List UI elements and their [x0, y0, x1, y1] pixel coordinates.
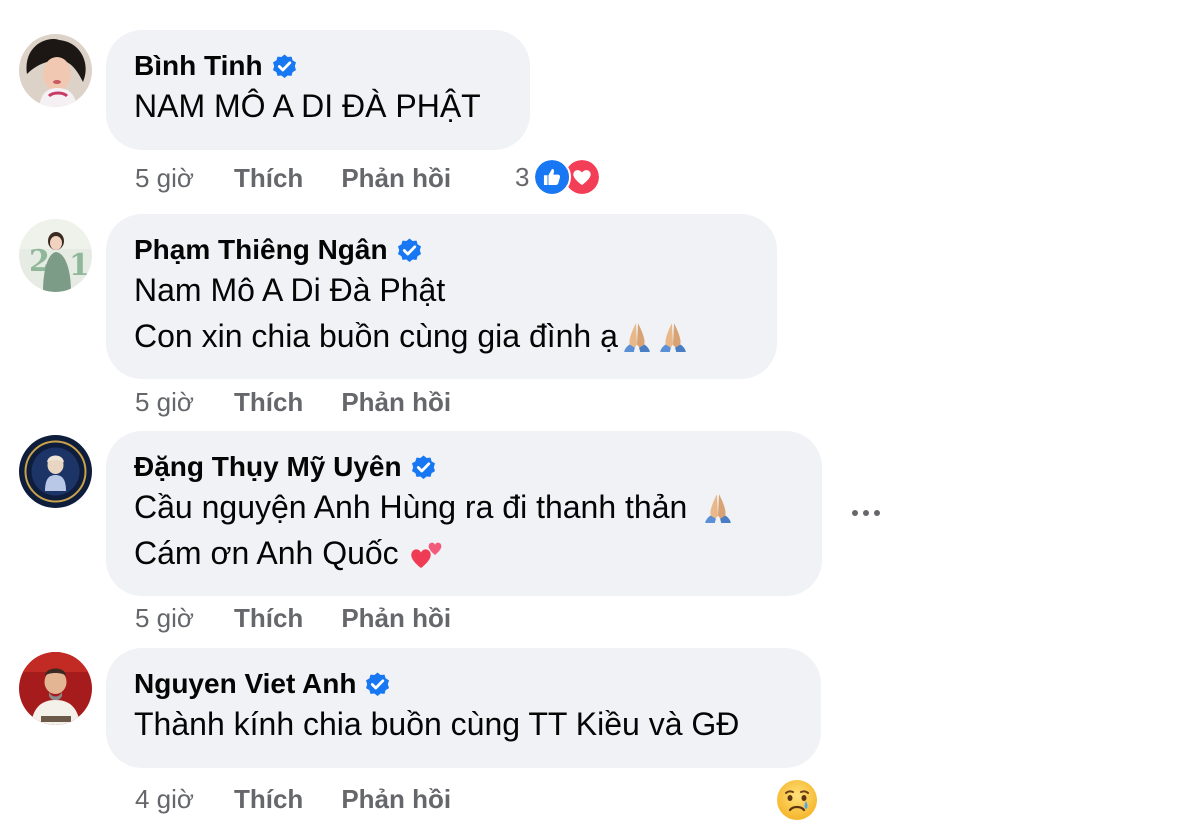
like-button[interactable]: Thích — [234, 784, 303, 814]
comment-bubble: Đặng Thụy Mỹ Uyên Cầu nguyện Anh Hùng ra… — [106, 431, 822, 596]
avatar[interactable] — [19, 34, 92, 107]
avatar[interactable] — [19, 652, 92, 725]
comment-actions: 5 giờ Thích Phản hồi — [135, 163, 451, 193]
reply-button[interactable]: Phản hồi — [341, 784, 451, 814]
reply-button[interactable]: Phản hồi — [341, 603, 451, 633]
reaction-summary[interactable]: 3 — [515, 158, 602, 196]
comment-text: Nam Mô A Di Đà Phật — [134, 272, 446, 308]
folded-hands-emoji — [660, 323, 686, 352]
folded-hands-emoji — [705, 494, 732, 523]
comment-actions: 5 giờ Thích Phản hồi — [135, 387, 451, 417]
reply-button[interactable]: Phản hồi — [341, 163, 451, 193]
comment-text: Cầu nguyện Anh Hùng ra đi thanh thản — [134, 489, 688, 525]
two-hearts-emoji — [410, 542, 442, 568]
comment-time[interactable]: 4 giờ — [135, 784, 194, 814]
avatar[interactable] — [19, 435, 92, 508]
comment-author[interactable]: Đặng Thụy Mỹ Uyên — [134, 450, 794, 484]
comment-text: Con xin chia buồn cùng gia đình ạ — [134, 318, 618, 354]
reply-button[interactable]: Phản hồi — [341, 387, 451, 417]
comment-text: Thành kính chia buồn cùng TT Kiều và GĐ — [134, 706, 740, 742]
verified-badge-icon — [365, 670, 391, 697]
comment-text-line-2: Cám ơn Anh Quốc — [134, 530, 794, 576]
folded-hands-emoji — [624, 323, 650, 352]
comment-text: Cám ơn Anh Quốc — [134, 535, 399, 571]
comment-time[interactable]: 5 giờ — [135, 603, 194, 633]
reaction-count: 3 — [515, 161, 530, 192]
like-button[interactable]: Thích — [234, 387, 303, 417]
comment-bubble: Bình Tinh NAM MÔ A DI ĐÀ PHẬT — [106, 30, 530, 150]
verified-badge-icon — [271, 52, 297, 79]
comment-time[interactable]: 5 giờ — [135, 387, 194, 417]
comment-author[interactable]: Bình Tinh — [134, 49, 502, 83]
svg-text:1: 1 — [69, 248, 90, 283]
comment-text: NAM MÔ A DI ĐÀ PHẬT — [134, 88, 481, 124]
comment-author[interactable]: Nguyen Viet Anh — [134, 667, 793, 701]
verified-badge-icon — [410, 453, 436, 480]
comment-text-line-2: Con xin chia buồn cùng gia đình ạ — [134, 313, 749, 359]
like-button[interactable]: Thích — [234, 603, 303, 633]
avatar[interactable]: 2 1 — [19, 219, 92, 292]
comment-author[interactable]: Phạm Thiêng Ngân — [134, 233, 749, 267]
comment-text-line-1: Cầu nguyện Anh Hùng ra đi thanh thản — [134, 484, 794, 530]
crying-face-emoji[interactable] — [775, 778, 819, 822]
more-options-icon[interactable] — [846, 503, 886, 523]
comment-time[interactable]: 5 giờ — [135, 163, 194, 193]
comment-actions: 4 giờ Thích Phản hồi — [135, 784, 451, 814]
comment-bubble: Nguyen Viet Anh Thành kính chia buồn cùn… — [106, 648, 821, 768]
comment-bubble: Phạm Thiêng Ngân Nam Mô A Di Đà Phật Con… — [106, 214, 777, 379]
verified-badge-icon — [396, 236, 422, 263]
like-button[interactable]: Thích — [234, 163, 303, 193]
like-reaction-icon — [533, 158, 572, 196]
comment-actions: 5 giờ Thích Phản hồi — [135, 603, 451, 633]
